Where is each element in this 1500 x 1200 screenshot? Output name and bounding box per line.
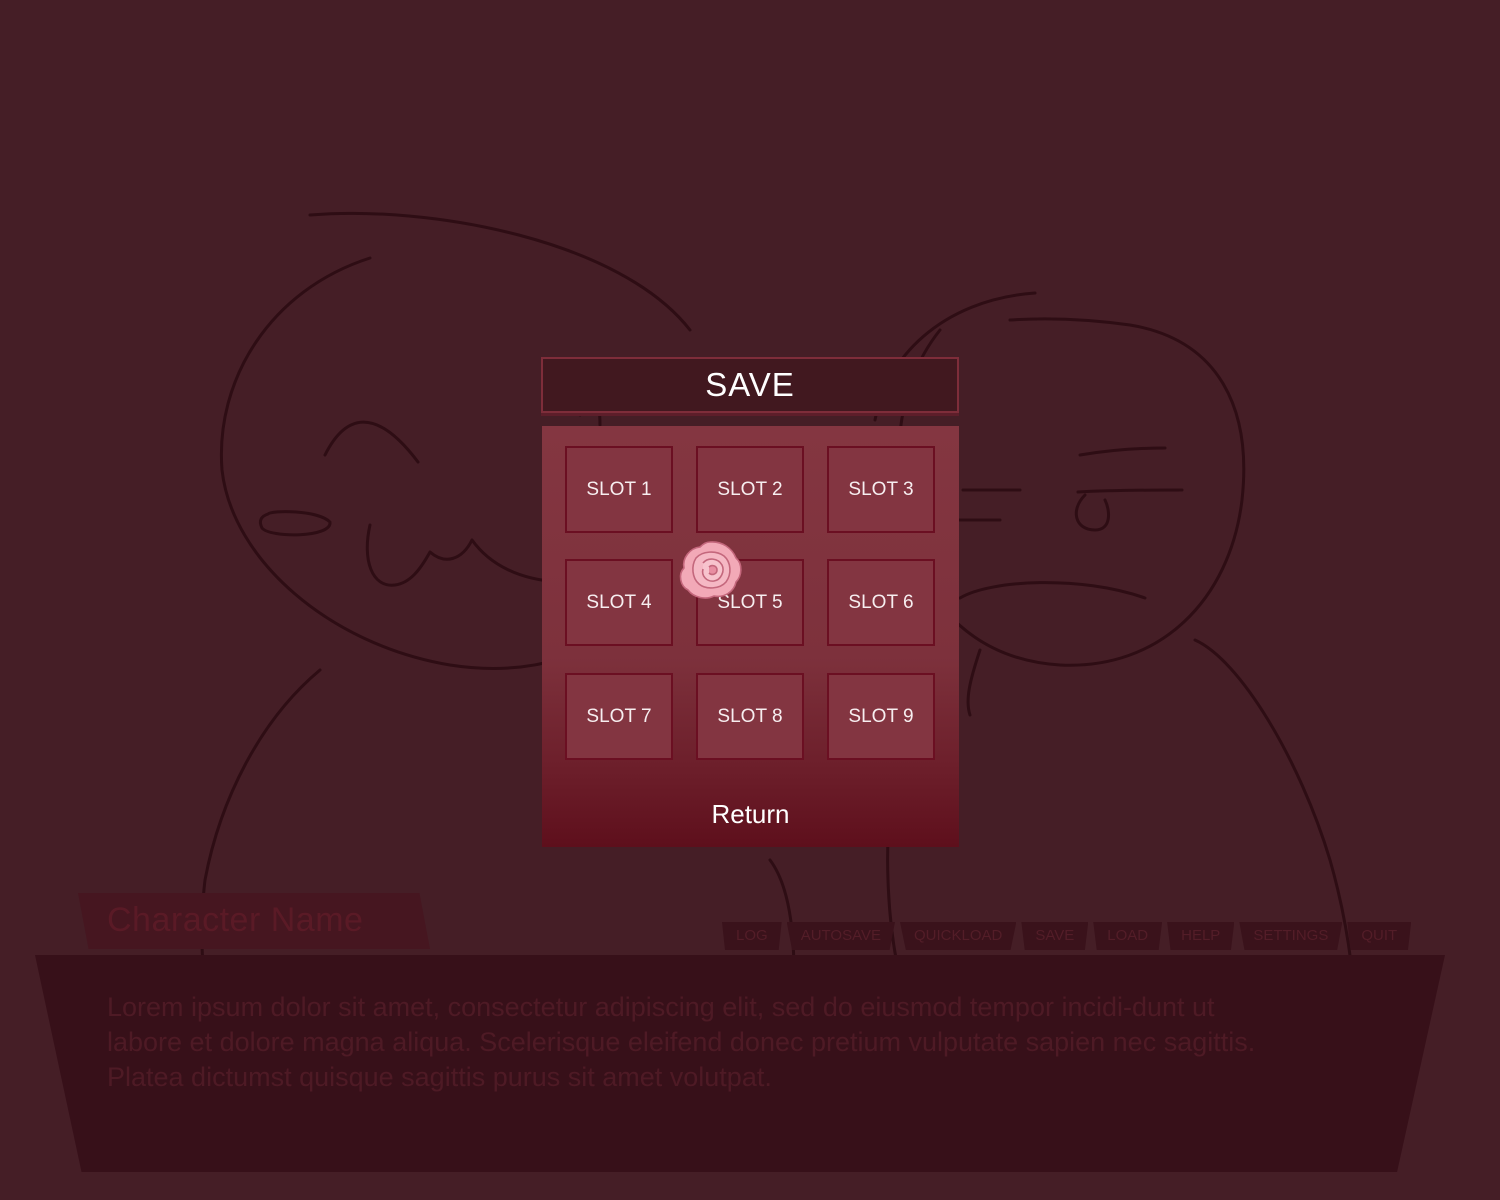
return-button[interactable]: Return: [542, 794, 959, 834]
save-slot-8[interactable]: SLOT 8: [696, 673, 804, 760]
save-slot-1[interactable]: SLOT 1: [565, 446, 673, 533]
dialogue-text: Lorem ipsum dolor sit amet, consectetur …: [107, 992, 1256, 1092]
save-slot-3[interactable]: SLOT 3: [827, 446, 935, 533]
quick-menu-load[interactable]: LOAD: [1093, 922, 1163, 950]
rose-icon: [679, 541, 742, 599]
quick-menu: LOG AUTOSAVE QUICKLOAD SAVE LOAD HELP SE…: [722, 922, 1412, 950]
quick-menu-quickload[interactable]: QUICKLOAD: [900, 922, 1017, 950]
quick-menu-settings[interactable]: SETTINGS: [1239, 922, 1343, 950]
quick-menu-autosave[interactable]: AUTOSAVE: [786, 922, 895, 950]
quick-menu-help[interactable]: HELP: [1167, 922, 1235, 950]
quick-menu-log[interactable]: LOG: [722, 922, 782, 950]
save-header: SAVE: [541, 357, 959, 413]
quick-menu-save[interactable]: SAVE: [1021, 922, 1089, 950]
save-panel: SLOT 1 SLOT 2 SLOT 3 SLOT 4 SLOT 5 SLOT …: [542, 426, 959, 847]
save-slot-6[interactable]: SLOT 6: [827, 559, 935, 646]
save-title: SAVE: [705, 366, 795, 403]
save-slot-7[interactable]: SLOT 7: [565, 673, 673, 760]
save-slot-9[interactable]: SLOT 9: [827, 673, 935, 760]
save-slot-2[interactable]: SLOT 2: [696, 446, 804, 533]
quick-menu-quit[interactable]: QUIT: [1347, 922, 1412, 950]
character-name: Character Name: [107, 901, 364, 939]
save-slot-4[interactable]: SLOT 4: [565, 559, 673, 646]
